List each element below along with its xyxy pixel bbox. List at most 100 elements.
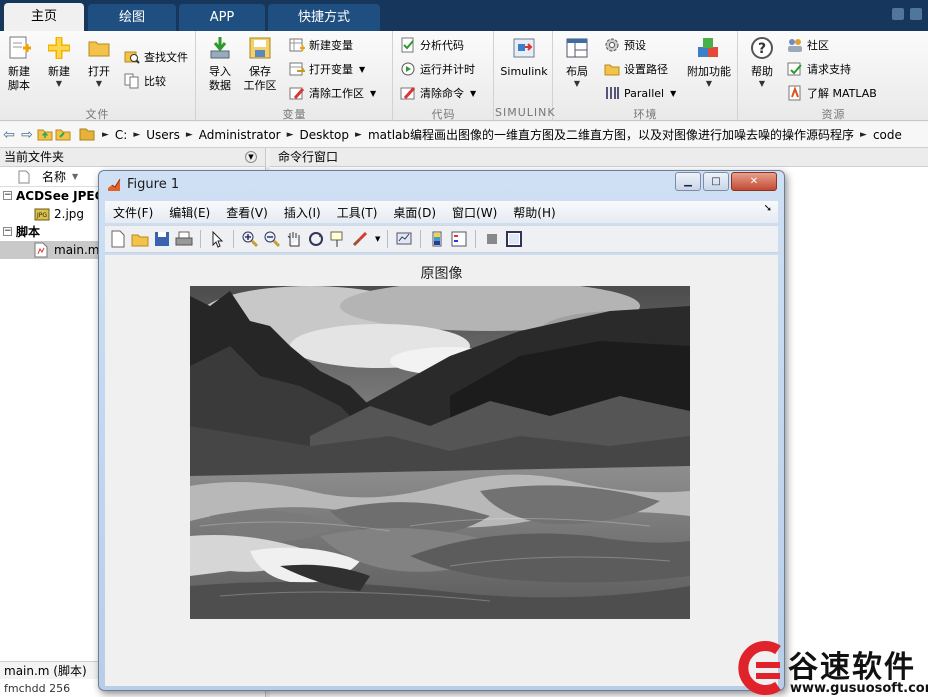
run-and-time-button[interactable]: 运行并计时 bbox=[400, 59, 475, 79]
pointer-icon[interactable] bbox=[208, 230, 226, 248]
collapse-icon[interactable]: − bbox=[3, 227, 12, 236]
breadcrumb-separator-icon[interactable]: ► bbox=[860, 130, 867, 140]
new-button[interactable]: 新建 ▼ bbox=[42, 35, 76, 89]
browse-folder-icon[interactable] bbox=[54, 126, 72, 144]
breadcrumb-item[interactable]: matlab编程画出图像的一维直方图及二维直方图，以及对图像进行加噪去噪的操作源… bbox=[362, 126, 860, 143]
legend-icon[interactable] bbox=[450, 230, 468, 248]
chevron-down-icon[interactable]: ▼ bbox=[375, 235, 380, 243]
svg-text:?: ? bbox=[758, 41, 766, 57]
breadcrumb-separator-icon[interactable]: ► bbox=[102, 130, 109, 140]
tab-apps[interactable]: APP bbox=[179, 4, 265, 31]
learn-matlab-button[interactable]: 了解 MATLAB bbox=[787, 83, 877, 103]
quick-access-icon[interactable] bbox=[910, 8, 922, 20]
simulink-button[interactable]: Simulink bbox=[497, 35, 551, 79]
figure-menu-item[interactable]: 编辑(E) bbox=[161, 204, 218, 221]
dock-arrow-icon[interactable]: ➘ bbox=[764, 203, 772, 214]
learn-matlab-label: 了解 MATLAB bbox=[807, 87, 877, 100]
analyze-code-button[interactable]: 分析代码 bbox=[400, 35, 464, 55]
zoom-in-icon[interactable] bbox=[241, 230, 259, 248]
figure-menu-item[interactable]: 查看(V) bbox=[218, 204, 276, 221]
tab-home[interactable]: 主页 bbox=[4, 3, 84, 31]
community-label: 社区 bbox=[807, 39, 829, 52]
breadcrumb-item[interactable]: Desktop bbox=[294, 128, 356, 142]
add-ons-icon bbox=[696, 35, 722, 61]
request-support-button[interactable]: 请求支持 bbox=[787, 59, 851, 79]
tab-shortcuts[interactable]: 快捷方式 bbox=[268, 4, 380, 31]
open-file-icon[interactable] bbox=[131, 230, 149, 248]
folder-icon bbox=[86, 35, 112, 61]
figure-canvas[interactable]: 原图像 bbox=[105, 255, 778, 686]
community-button[interactable]: 社区 bbox=[787, 35, 829, 55]
breadcrumb-separator-icon[interactable]: ► bbox=[355, 130, 362, 140]
figure-menu-item[interactable]: 插入(I) bbox=[276, 204, 329, 221]
figure-menu-item[interactable]: 桌面(D) bbox=[385, 204, 444, 221]
up-folder-icon[interactable] bbox=[36, 126, 54, 144]
minimize-button[interactable]: ▁ bbox=[675, 172, 701, 191]
new-figure-icon[interactable] bbox=[109, 230, 127, 248]
new-variable-button[interactable]: 新建变量 bbox=[289, 35, 353, 55]
group-label-variable: 变量 bbox=[282, 108, 307, 121]
parallel-button[interactable]: Parallel ▼ bbox=[604, 83, 676, 103]
breadcrumb-separator-icon[interactable]: ► bbox=[287, 130, 294, 140]
find-files-button[interactable]: 查找文件 bbox=[124, 47, 188, 67]
watermark-name: 谷速软件 bbox=[788, 650, 916, 685]
set-path-label: 设置路径 bbox=[624, 63, 668, 76]
close-button[interactable]: ✕ bbox=[731, 172, 777, 191]
set-path-button[interactable]: 设置路径 bbox=[604, 59, 668, 79]
breadcrumb-separator-icon[interactable]: ► bbox=[186, 130, 193, 140]
panel-menu-icon[interactable]: ▼ bbox=[245, 151, 257, 163]
import-data-button[interactable]: 导入 数据 bbox=[203, 35, 237, 93]
breadcrumb-item[interactable]: Users bbox=[140, 128, 186, 142]
open-label: 打开 bbox=[88, 65, 110, 78]
save-icon[interactable] bbox=[153, 230, 171, 248]
save-workspace-button[interactable]: 保存 工作区 bbox=[243, 35, 277, 93]
group-file: 新建 脚本 新建 ▼ 打开 ▼ 查找文件 比较 文件 bbox=[0, 31, 196, 121]
breadcrumb-item[interactable]: Administrator bbox=[193, 128, 287, 142]
maximize-button[interactable]: □ bbox=[703, 172, 729, 191]
sort-arrow-icon: ▼ bbox=[72, 172, 79, 181]
clear-commands-button[interactable]: 清除命令 ▼ bbox=[400, 83, 476, 103]
print-icon[interactable] bbox=[175, 230, 193, 248]
layout-button[interactable]: 布局 ▼ bbox=[560, 35, 594, 89]
link-plot-icon[interactable] bbox=[395, 230, 413, 248]
figure-menu-item[interactable]: 文件(F) bbox=[105, 204, 161, 221]
rotate-3d-icon[interactable] bbox=[307, 230, 325, 248]
breadcrumb-item[interactable]: C: bbox=[109, 128, 133, 142]
figure-menu-item[interactable]: 工具(T) bbox=[329, 204, 386, 221]
figure-toolbar: ▼ bbox=[105, 225, 778, 253]
layout-label: 布局 bbox=[566, 65, 588, 78]
toolbar-separator bbox=[233, 230, 234, 248]
current-folder-title: 当前文件夹 ▼ bbox=[0, 148, 265, 167]
preferences-button[interactable]: 预设 bbox=[604, 35, 646, 55]
figure-menu-item[interactable]: 窗口(W) bbox=[444, 204, 505, 221]
group-code: 分析代码 运行并计时 清除命令 ▼ 代码 bbox=[394, 31, 494, 121]
breadcrumb-separator-icon[interactable]: ► bbox=[133, 130, 140, 140]
show-plot-tools-icon[interactable] bbox=[505, 230, 523, 248]
colorbar-icon[interactable] bbox=[428, 230, 446, 248]
forward-arrow-icon[interactable]: ⇨ bbox=[18, 126, 36, 144]
clear-workspace-button[interactable]: 清除工作区 ▼ bbox=[289, 83, 376, 103]
help-button[interactable]: ? 帮助 ▼ bbox=[745, 35, 779, 89]
quick-access-icon[interactable] bbox=[892, 8, 904, 20]
pan-hand-icon[interactable] bbox=[285, 230, 303, 248]
new-script-button[interactable]: 新建 脚本 bbox=[2, 35, 36, 93]
figure-window[interactable]: Figure 1 ▁ □ ✕ 文件(F) 编辑(E) 查看(V) 插入(I) 工具(T)… bbox=[98, 170, 785, 691]
zoom-out-icon[interactable] bbox=[263, 230, 281, 248]
figure-menu-item[interactable]: 帮助(H) bbox=[505, 204, 563, 221]
data-cursor-icon[interactable] bbox=[329, 230, 347, 248]
compare-button[interactable]: 比较 bbox=[124, 71, 166, 91]
request-support-label: 请求支持 bbox=[807, 63, 851, 76]
axes-title: 原图像 bbox=[420, 266, 463, 282]
collapse-icon[interactable]: − bbox=[3, 191, 12, 200]
parallel-icon bbox=[604, 85, 620, 101]
community-icon bbox=[787, 37, 803, 53]
add-ons-button[interactable]: 附加功能 ▼ bbox=[684, 35, 734, 89]
hide-plot-tools-icon[interactable] bbox=[483, 230, 501, 248]
column-name-label: 名称 bbox=[42, 170, 67, 184]
breadcrumb-item[interactable]: code bbox=[867, 128, 908, 142]
tab-plots[interactable]: 绘图 bbox=[88, 4, 176, 31]
open-variable-button[interactable]: 打开变量 ▼ bbox=[289, 59, 365, 79]
brush-icon[interactable] bbox=[351, 230, 369, 248]
back-arrow-icon[interactable]: ⇦ bbox=[0, 126, 18, 144]
open-button[interactable]: 打开 ▼ bbox=[82, 35, 116, 89]
